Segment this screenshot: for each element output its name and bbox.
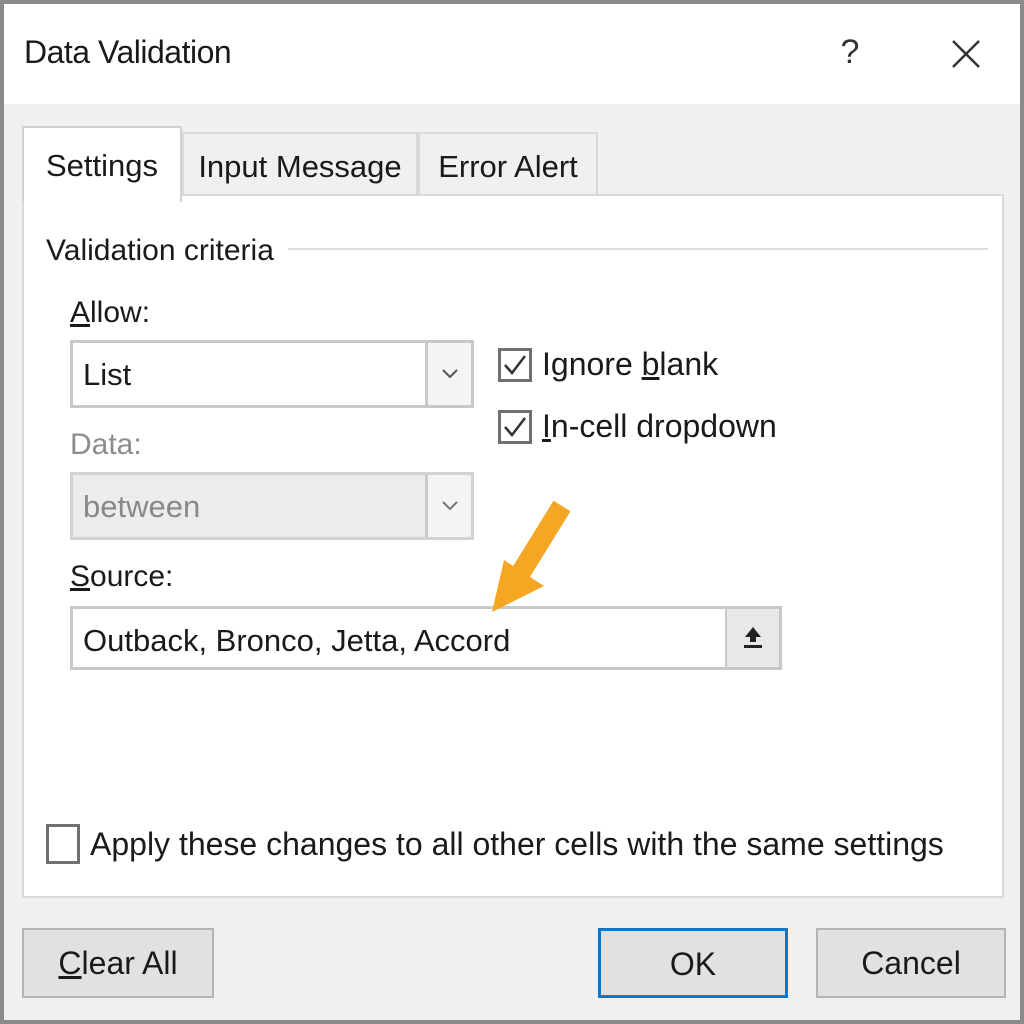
close-icon — [952, 40, 980, 68]
in-cell-dropdown-label-accel: I — [542, 408, 551, 444]
apply-all-checkbox[interactable] — [46, 824, 80, 864]
ok-button[interactable]: OK — [598, 928, 788, 998]
apply-all-label: Apply these changes to all other cells w… — [90, 825, 944, 862]
data-dropdown: between — [70, 472, 474, 540]
checkmark-icon — [504, 416, 526, 437]
ignore-blank-label: Ignore blank — [542, 346, 718, 383]
data-value: between — [83, 489, 201, 524]
allow-label: Allow: — [70, 296, 150, 330]
source-value: Outback, Bronco, Jetta, Accord — [83, 623, 511, 658]
allow-label-accel: A — [70, 296, 91, 329]
data-label: Data: — [70, 428, 142, 461]
tab-error-alert[interactable]: Error Alert — [418, 132, 598, 198]
cancel-button[interactable]: Cancel — [816, 928, 1006, 998]
range-select-icon — [744, 627, 762, 648]
title-bar: Data Validation ? — [4, 4, 1020, 104]
clear-all-button[interactable]: Clear All — [22, 928, 214, 998]
ignore-blank-label-accel: b — [641, 346, 660, 382]
in-cell-dropdown-label-rest: n-cell dropdown — [550, 408, 777, 444]
collapse-dialog-button[interactable] — [725, 609, 779, 667]
in-cell-dropdown-option[interactable]: In-cell dropdown — [498, 408, 777, 445]
data-dropdown-arrow — [425, 475, 471, 537]
source-label-rest: ource: — [90, 560, 174, 593]
allow-value: List — [83, 357, 132, 392]
source-input[interactable]: Outback, Bronco, Jetta, Accord — [70, 606, 782, 670]
annotation-arrow-icon — [492, 500, 571, 612]
apply-all-option[interactable]: Apply these changes to all other cells w… — [46, 824, 944, 864]
source-label: Source: — [70, 560, 173, 594]
tab-input-message[interactable]: Input Message — [182, 132, 418, 198]
allow-label-rest: llow: — [90, 296, 151, 329]
ignore-blank-label-pre: Ignore — [542, 346, 642, 382]
allow-dropdown-arrow[interactable] — [425, 343, 471, 405]
dialog-title: Data Validation — [24, 34, 232, 70]
ignore-blank-option[interactable]: Ignore blank — [498, 346, 718, 383]
clear-all-label-rest: lear All — [81, 945, 178, 981]
checkmark-icon — [504, 354, 526, 375]
in-cell-dropdown-label: In-cell dropdown — [542, 408, 777, 445]
validation-criteria-heading: Validation criteria — [46, 234, 288, 268]
ignore-blank-label-post: lank — [659, 346, 719, 382]
tab-settings[interactable]: Settings — [22, 126, 182, 202]
close-button[interactable] — [938, 26, 994, 82]
in-cell-dropdown-checkbox[interactable] — [498, 409, 532, 444]
ignore-blank-checkbox[interactable] — [498, 347, 532, 382]
allow-dropdown[interactable]: List — [70, 340, 474, 408]
source-label-accel: S — [70, 560, 91, 593]
clear-all-label-accel: C — [58, 945, 82, 981]
help-button[interactable]: ? — [826, 26, 874, 78]
chevron-down-icon — [441, 501, 458, 511]
chevron-down-icon — [441, 369, 458, 379]
data-validation-dialog: Data Validation ? Settings Input Message… — [0, 0, 1024, 1024]
